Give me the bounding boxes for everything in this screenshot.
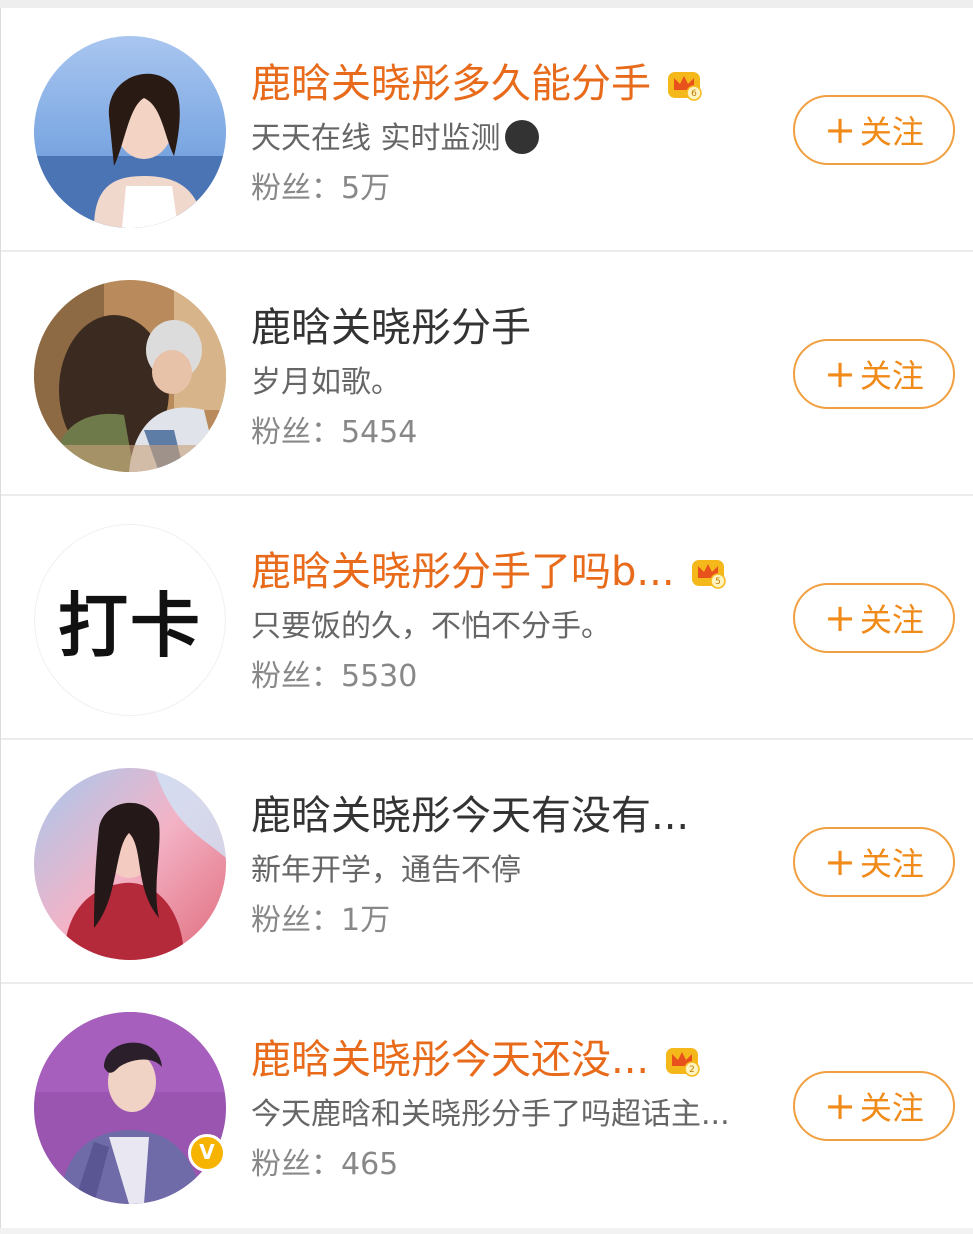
- user-name[interactable]: 鹿晗关晓彤分手: [251, 304, 531, 352]
- name-line: 鹿晗关晓彤分手: [251, 304, 763, 352]
- name-line: 鹿晗关晓彤今天有没有...: [251, 792, 763, 840]
- name-line: 鹿晗关晓彤今天还没... 2: [251, 1036, 763, 1084]
- user-info: 鹿晗关晓彤分手了吗b... 5 只要饭的久，不怕不分手。 粉丝：5530: [251, 548, 763, 696]
- svg-text:2: 2: [689, 1065, 695, 1075]
- follow-label: 关注: [859, 357, 924, 395]
- avatar[interactable]: [34, 36, 226, 228]
- user-desc: 岁月如歌。: [251, 365, 401, 400]
- plus-icon: +: [824, 108, 856, 152]
- name-line: 鹿晗关晓彤分手了吗b... 5: [251, 548, 763, 596]
- fans-count: 粉丝：1万: [251, 903, 391, 938]
- plus-icon: +: [824, 840, 856, 884]
- fans-count: 粉丝：465: [251, 1147, 399, 1182]
- list-item[interactable]: 鹿晗关晓彤分手 岁月如歌。 粉丝：5454 + 关注: [1, 252, 973, 496]
- user-desc: 只要饭的久，不怕不分手。: [251, 609, 611, 644]
- avatar[interactable]: [34, 280, 226, 472]
- fans-count: 粉丝：5530: [251, 659, 418, 694]
- fans-count: 粉丝：5454: [251, 415, 418, 450]
- user-desc: 天天在线 实时监测: [251, 120, 763, 158]
- avatar[interactable]: [34, 1012, 226, 1204]
- avatar[interactable]: 打卡: [34, 524, 226, 716]
- follow-button[interactable]: + 关注: [793, 1071, 955, 1141]
- svg-text:5: 5: [715, 577, 721, 587]
- follow-button[interactable]: + 关注: [793, 95, 955, 165]
- list-item[interactable]: 鹿晗关晓彤今天有没有... 新年开学，通告不停 粉丝：1万 + 关注: [1, 740, 973, 984]
- user-info: 鹿晗关晓彤今天还没... 2 今天鹿晗和关晓彤分手了吗超话主... 粉丝：465: [251, 1036, 763, 1184]
- plus-icon: +: [824, 1084, 856, 1128]
- plus-icon: +: [824, 352, 856, 396]
- follow-label: 关注: [859, 845, 924, 883]
- follow-label: 关注: [859, 1089, 924, 1127]
- follow-button[interactable]: + 关注: [793, 339, 955, 409]
- user-name[interactable]: 鹿晗关晓彤今天还没...: [251, 1036, 649, 1084]
- user-list: 鹿晗关晓彤多久能分手 6 天天在线 实时监测 粉丝：5万 + 关注 鹿晗关晓彤分…: [0, 8, 973, 1228]
- crown-vip-icon: 6: [668, 72, 702, 101]
- verified-glyph: V: [199, 1140, 215, 1164]
- list-item[interactable]: 打卡 鹿晗关晓彤分手了吗b... 5 只要饭的久，不怕不分手。 粉丝：5530 …: [1, 496, 973, 740]
- moon-emoji-icon: [504, 120, 539, 154]
- follow-label: 关注: [859, 601, 924, 639]
- svg-text:6: 6: [691, 89, 697, 99]
- avatar-text: 打卡: [34, 524, 226, 716]
- crown-vip-icon: 5: [691, 560, 726, 589]
- user-name[interactable]: 鹿晗关晓彤今天有没有...: [251, 792, 689, 840]
- user-desc: 新年开学，通告不停: [251, 853, 521, 888]
- top-divider: [0, 0, 973, 8]
- user-info: 鹿晗关晓彤今天有没有... 新年开学，通告不停 粉丝：1万: [251, 792, 763, 940]
- user-name[interactable]: 鹿晗关晓彤分手了吗b...: [251, 548, 675, 596]
- fans-count: 粉丝：5万: [251, 171, 391, 206]
- follow-button[interactable]: + 关注: [793, 583, 955, 653]
- user-name[interactable]: 鹿晗关晓彤多久能分手: [251, 60, 651, 108]
- follow-button[interactable]: + 关注: [793, 827, 955, 897]
- verified-badge-icon: V: [188, 1134, 226, 1172]
- follow-label: 关注: [859, 113, 924, 151]
- list-item[interactable]: 鹿晗关晓彤多久能分手 6 天天在线 实时监测 粉丝：5万 + 关注: [1, 8, 973, 252]
- crown-vip-icon: 2: [666, 1048, 700, 1077]
- user-info: 鹿晗关晓彤分手 岁月如歌。 粉丝：5454: [251, 304, 763, 452]
- user-info: 鹿晗关晓彤多久能分手 6 天天在线 实时监测 粉丝：5万: [251, 60, 763, 208]
- avatar[interactable]: [34, 768, 226, 960]
- name-line: 鹿晗关晓彤多久能分手 6: [251, 60, 763, 108]
- list-item[interactable]: V 鹿晗关晓彤今天还没... 2 今天鹿晗和关晓彤分手了吗超话主... 粉丝：4…: [1, 984, 973, 1228]
- plus-icon: +: [824, 596, 856, 640]
- user-desc: 今天鹿晗和关晓彤分手了吗超话主...: [251, 1097, 730, 1132]
